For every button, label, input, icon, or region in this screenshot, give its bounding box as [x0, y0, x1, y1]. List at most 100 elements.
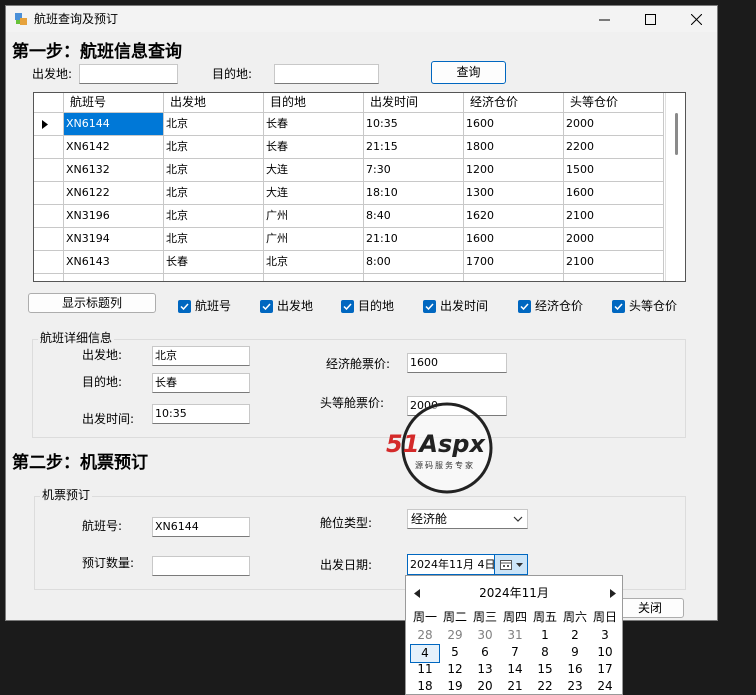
chevron-right-icon[interactable] — [610, 589, 616, 598]
column-checkbox-label[interactable]: 出发时间 — [440, 298, 488, 314]
column-checkbox-label[interactable]: 航班号 — [195, 298, 231, 314]
grid-cell[interactable]: 1800 — [464, 136, 564, 159]
grid-row-header[interactable] — [34, 274, 64, 281]
grid-row-header[interactable] — [34, 251, 64, 274]
grid-cell[interactable] — [64, 274, 164, 281]
grid-cell[interactable] — [264, 274, 364, 281]
grid-column-header[interactable]: 头等仓价 — [564, 93, 664, 113]
grid-cell[interactable]: 1200 — [464, 159, 564, 182]
grid-cell[interactable]: 大连 — [264, 159, 364, 182]
calendar-day[interactable]: 16 — [560, 661, 590, 678]
grid-cell[interactable]: XN6143 — [64, 251, 164, 274]
calendar-day[interactable]: 17 — [590, 661, 620, 678]
grid-cell[interactable]: 18:10 — [364, 182, 464, 205]
maximize-button[interactable] — [627, 6, 673, 32]
calendar-day[interactable]: 20 — [470, 678, 500, 694]
grid-cell[interactable]: 北京 — [164, 113, 264, 136]
calendar-day[interactable]: 29 — [440, 627, 470, 644]
column-checkbox-label[interactable]: 出发地 — [277, 298, 313, 314]
grid-cell[interactable]: 2200 — [564, 136, 664, 159]
grid-cell[interactable]: 北京 — [164, 136, 264, 159]
query-button[interactable]: 查询 — [431, 61, 506, 84]
calendar-day[interactable]: 9 — [560, 644, 590, 661]
grid-corner-header[interactable] — [34, 93, 64, 113]
grid-scrollbar-thumb[interactable] — [675, 113, 678, 155]
grid-column-header[interactable]: 航班号 — [64, 93, 164, 113]
column-checkbox[interactable] — [423, 300, 436, 313]
grid-cell[interactable]: 1620 — [464, 205, 564, 228]
flight-grid[interactable]: 航班号 出发地 目的地 出发时间 经济仓价 头等仓价 XN6144 北京 长春 10:35 1600… — [33, 92, 686, 282]
grid-cell[interactable]: 北京 — [164, 205, 264, 228]
grid-cell[interactable]: 广州 — [264, 228, 364, 251]
economy-price-field[interactable]: 1600 — [407, 353, 507, 373]
calendar-day[interactable]: 8 — [530, 644, 560, 661]
calendar-day[interactable]: 2 — [560, 627, 590, 644]
departure-input[interactable] — [79, 64, 178, 84]
grid-column-header[interactable]: 目的地 — [264, 93, 364, 113]
calendar-popup[interactable]: 2024年11月 周一 周二 周三 周四 周五 周六 周日 28 29 30 31 1 2 3 4 5 6 7 8 9… — [405, 575, 623, 695]
flight-number-field[interactable]: XN6144 — [152, 517, 250, 537]
grid-cell[interactable]: XN3194 — [64, 228, 164, 251]
calendar-day[interactable]: 21 — [500, 678, 530, 694]
grid-row-header[interactable] — [34, 205, 64, 228]
calendar-day[interactable]: 23 — [560, 678, 590, 694]
grid-row-header[interactable] — [34, 113, 64, 136]
title-bar[interactable]: 航班查询及预订 — [6, 6, 717, 32]
close-button[interactable]: 关闭 — [616, 598, 684, 618]
grid-cell[interactable]: 长春 — [264, 136, 364, 159]
calendar-day[interactable]: 22 — [530, 678, 560, 694]
calendar-day[interactable]: 28 — [410, 627, 440, 644]
detail-destination-field[interactable]: 长春 — [152, 373, 250, 393]
grid-cell[interactable]: 8:40 — [364, 205, 464, 228]
grid-column-header[interactable]: 出发地 — [164, 93, 264, 113]
calendar-day[interactable]: 14 — [500, 661, 530, 678]
grid-cell[interactable]: 北京 — [264, 251, 364, 274]
calendar-dropdown-button[interactable] — [494, 555, 527, 574]
class-select[interactable]: 经济舱 — [407, 509, 528, 529]
grid-cell[interactable]: XN6132 — [64, 159, 164, 182]
column-checkbox[interactable] — [178, 300, 191, 313]
grid-cell[interactable] — [364, 274, 464, 281]
grid-cell[interactable]: 2000 — [564, 113, 664, 136]
calendar-day[interactable]: 15 — [530, 661, 560, 678]
grid-cell[interactable]: 10:35 — [364, 113, 464, 136]
quantity-field[interactable] — [152, 556, 250, 576]
grid-cell[interactable]: 1600 — [464, 113, 564, 136]
grid-cell[interactable]: 北京 — [164, 228, 264, 251]
calendar-day[interactable]: 18 — [410, 678, 440, 694]
column-checkbox[interactable] — [341, 300, 354, 313]
calendar-day[interactable]: 19 — [440, 678, 470, 694]
column-checkbox-label[interactable]: 经济仓价 — [535, 298, 583, 314]
calendar-day[interactable]: 3 — [590, 627, 620, 644]
grid-cell[interactable]: 2100 — [564, 251, 664, 274]
grid-cell[interactable]: XN6122 — [64, 182, 164, 205]
column-checkbox[interactable] — [518, 300, 531, 313]
grid-cell[interactable]: XN3196 — [64, 205, 164, 228]
minimize-button[interactable] — [581, 6, 627, 32]
grid-cell[interactable]: 7:30 — [364, 159, 464, 182]
calendar-day[interactable]: 30 — [470, 627, 500, 644]
close-window-button[interactable] — [673, 6, 719, 32]
grid-cell[interactable]: 1600 — [564, 182, 664, 205]
calendar-day[interactable]: 11 — [410, 661, 440, 678]
grid-column-header[interactable]: 经济仓价 — [464, 93, 564, 113]
grid-cell[interactable]: 1500 — [564, 159, 664, 182]
grid-cell[interactable]: 8:00 — [364, 251, 464, 274]
calendar-day[interactable]: 31 — [500, 627, 530, 644]
grid-cell[interactable] — [164, 274, 264, 281]
calendar-day[interactable]: 10 — [590, 644, 620, 661]
grid-row-header[interactable] — [34, 182, 64, 205]
grid-cell[interactable]: 21:10 — [364, 228, 464, 251]
grid-cell[interactable]: 1300 — [464, 182, 564, 205]
calendar-day[interactable]: 13 — [470, 661, 500, 678]
calendar-day[interactable]: 12 — [440, 661, 470, 678]
grid-cell[interactable]: 2000 — [564, 228, 664, 251]
column-checkbox-label[interactable]: 目的地 — [358, 298, 394, 314]
calendar-day[interactable]: 1 — [530, 627, 560, 644]
column-checkbox[interactable] — [260, 300, 273, 313]
grid-cell[interactable]: XN6144 — [64, 113, 164, 136]
calendar-day[interactable]: 24 — [590, 678, 620, 694]
calendar-month-title[interactable]: 2024年11月 — [406, 585, 622, 601]
grid-cell[interactable]: 北京 — [164, 182, 264, 205]
grid-column-header[interactable]: 出发时间 — [364, 93, 464, 113]
